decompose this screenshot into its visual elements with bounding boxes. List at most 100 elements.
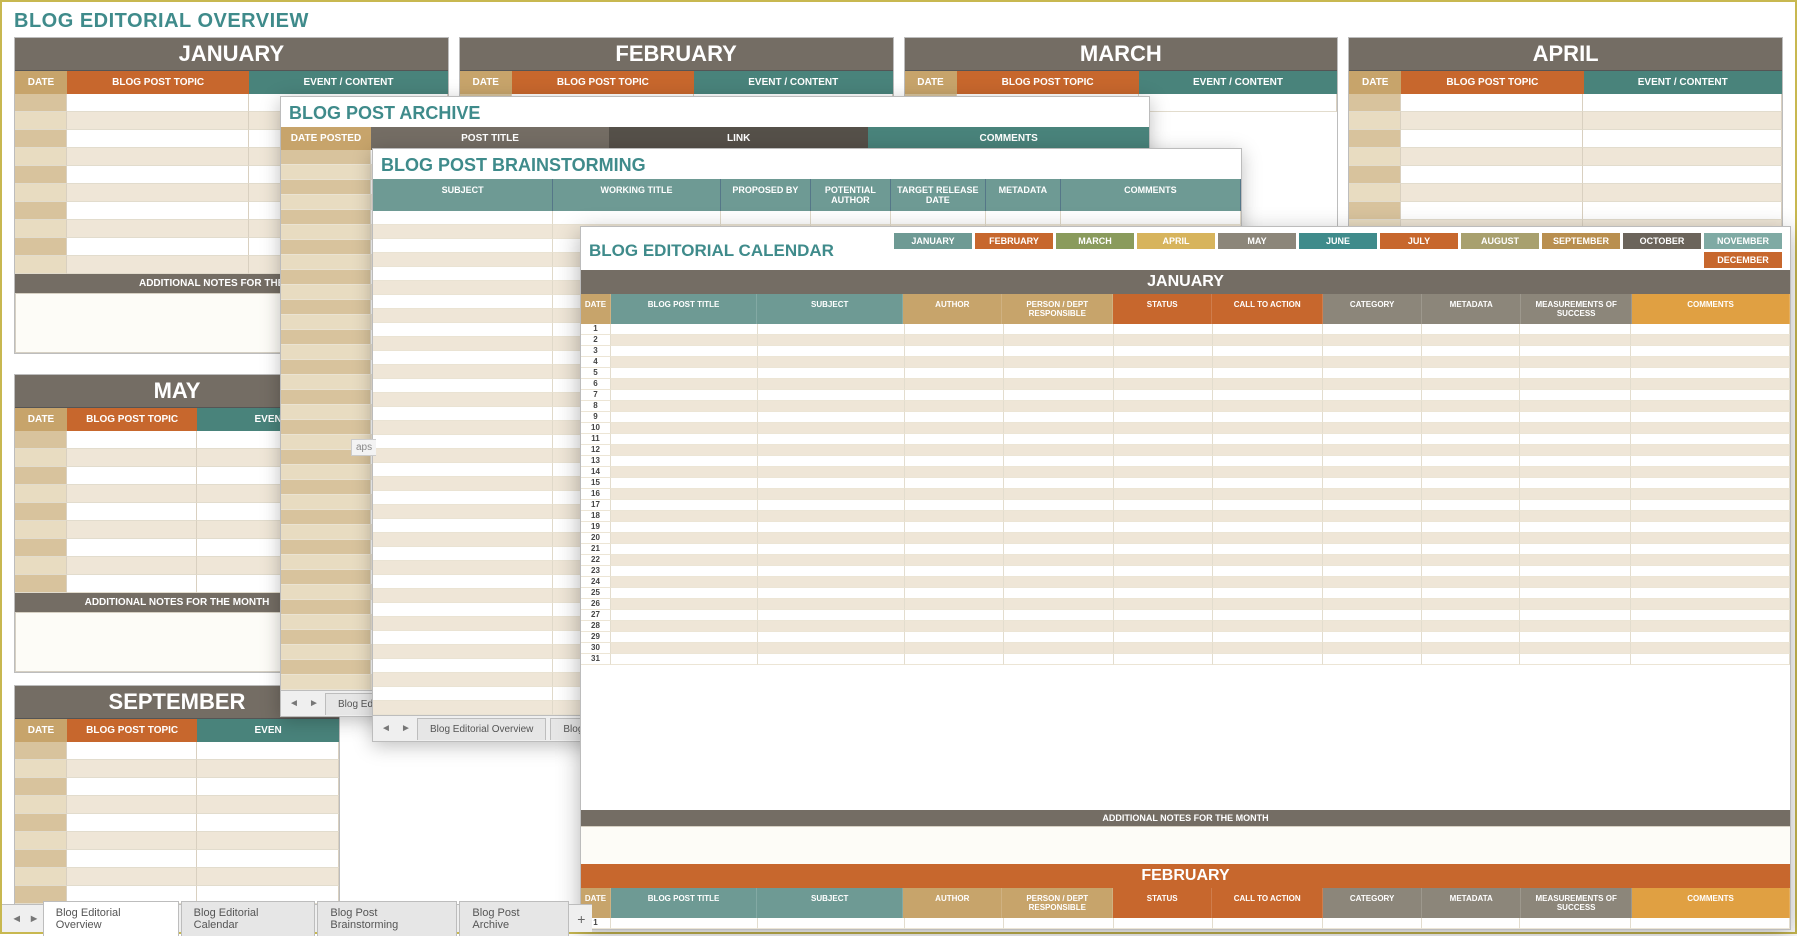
day-cell[interactable]: 15 (581, 478, 611, 489)
mini-tab-overview[interactable]: Blog Editorial Overview (417, 718, 546, 740)
day-cell[interactable]: 26 (581, 599, 611, 610)
month-btn-february[interactable]: FEBRUARY (975, 233, 1053, 249)
calendar-feb-row[interactable]: 1 (581, 918, 1790, 929)
day-cell[interactable]: 7 (581, 390, 611, 401)
table-row[interactable]: 25 (581, 588, 1790, 599)
month-btn-january[interactable]: JANUARY (894, 233, 972, 249)
table-row[interactable]: 9 (581, 412, 1790, 423)
day-cell[interactable]: 23 (581, 566, 611, 577)
table-row[interactable]: 18 (581, 511, 1790, 522)
table-row[interactable]: 21 (581, 544, 1790, 555)
day-cell[interactable]: 5 (581, 368, 611, 379)
day-cell[interactable]: 22 (581, 555, 611, 566)
table-row[interactable]: 20 (581, 533, 1790, 544)
col-blog-post-title: BLOG POST TITLE (611, 294, 757, 324)
table-row[interactable]: 3 (581, 346, 1790, 357)
tab-prev-icon[interactable]: ◄ (377, 720, 395, 738)
col-proposed-by: PROPOSED BY (721, 179, 811, 211)
calendar-body[interactable]: 1234567891011121314151617181920212223242… (581, 324, 1790, 810)
day-cell[interactable]: 3 (581, 346, 611, 357)
table-row[interactable]: 29 (581, 632, 1790, 643)
day-cell[interactable]: 19 (581, 522, 611, 533)
overview-title: BLOG EDITORIAL OVERVIEW (14, 8, 1783, 37)
day-cell[interactable]: 11 (581, 434, 611, 445)
month-btn-november[interactable]: NOVEMBER (1704, 233, 1782, 249)
table-row[interactable]: 10 (581, 423, 1790, 434)
day-cell[interactable]: 13 (581, 456, 611, 467)
month-btn-december[interactable]: DECEMBER (1704, 252, 1782, 268)
tab-prev-icon[interactable]: ◄ (8, 910, 25, 928)
tab-overview[interactable]: Blog Editorial Overview (43, 901, 179, 936)
month-btn-september[interactable]: SEPTEMBER (1542, 233, 1620, 249)
table-row[interactable]: 27 (581, 610, 1790, 621)
tab-brainstorming[interactable]: Blog Post Brainstorming (317, 901, 457, 936)
archive-title: BLOG POST ARCHIVE (281, 97, 1149, 127)
month-btn-june[interactable]: JUNE (1299, 233, 1377, 249)
tab-next-icon[interactable]: ► (25, 910, 42, 928)
day-cell[interactable]: 17 (581, 500, 611, 511)
table-row[interactable]: 15 (581, 478, 1790, 489)
day-cell[interactable]: 30 (581, 643, 611, 654)
month-btn-july[interactable]: JULY (1380, 233, 1458, 249)
table-row[interactable]: 30 (581, 643, 1790, 654)
table-row[interactable]: 23 (581, 566, 1790, 577)
tab-archive[interactable]: Blog Post Archive (459, 901, 568, 936)
tab-add-button[interactable]: + (571, 911, 592, 927)
month-btn-august[interactable]: AUGUST (1461, 233, 1539, 249)
table-row[interactable]: 24 (581, 577, 1790, 588)
day-cell[interactable]: 6 (581, 379, 611, 390)
calendar-columns-feb: DATE BLOG POST TITLE SUBJECT AUTHOR PERS… (581, 888, 1790, 918)
day-cell[interactable]: 31 (581, 654, 611, 665)
tab-next-icon[interactable]: ► (397, 720, 415, 738)
table-row[interactable]: 6 (581, 379, 1790, 390)
day-cell[interactable]: 8 (581, 401, 611, 412)
day-cell[interactable]: 14 (581, 467, 611, 478)
day-cell[interactable]: 12 (581, 445, 611, 456)
col-comments: COMMENTS (1632, 294, 1790, 324)
table-row[interactable]: 14 (581, 467, 1790, 478)
day-cell[interactable]: 29 (581, 632, 611, 643)
day-cell[interactable]: 9 (581, 412, 611, 423)
table-row[interactable]: 17 (581, 500, 1790, 511)
tab-prev-icon[interactable]: ◄ (285, 695, 303, 713)
table-row[interactable]: 26 (581, 599, 1790, 610)
month-btn-april[interactable]: APRIL (1137, 233, 1215, 249)
day-cell[interactable]: 21 (581, 544, 611, 555)
table-row[interactable]: 19 (581, 522, 1790, 533)
table-row[interactable]: 7 (581, 390, 1790, 401)
month-btn-may[interactable]: MAY (1218, 233, 1296, 249)
month-btn-october[interactable]: OCTOBER (1623, 233, 1701, 249)
table-row[interactable]: 8 (581, 401, 1790, 412)
day-cell[interactable]: 4 (581, 357, 611, 368)
table-row[interactable]: 31 (581, 654, 1790, 665)
table-row[interactable]: 4 (581, 357, 1790, 368)
col-category: CATEGORY (1323, 888, 1422, 918)
day-cell[interactable]: 10 (581, 423, 611, 434)
table-row[interactable] (373, 211, 1241, 225)
day-cell[interactable]: 18 (581, 511, 611, 522)
day-cell[interactable]: 20 (581, 533, 611, 544)
table-row[interactable]: 2 (581, 335, 1790, 346)
table-row[interactable]: 12 (581, 445, 1790, 456)
day-cell[interactable]: 28 (581, 621, 611, 632)
table-row[interactable]: 28 (581, 621, 1790, 632)
day-cell[interactable]: 24 (581, 577, 611, 588)
col-subject: SUBJECT (757, 294, 903, 324)
table-row[interactable]: 13 (581, 456, 1790, 467)
day-cell[interactable]: 25 (581, 588, 611, 599)
col-topic: BLOG POST TOPIC (957, 71, 1139, 94)
calendar-notes-body[interactable] (581, 826, 1790, 864)
table-row[interactable]: 11 (581, 434, 1790, 445)
tab-next-icon[interactable]: ► (305, 695, 323, 713)
table-row[interactable]: 16 (581, 489, 1790, 500)
month-btn-march[interactable]: MARCH (1056, 233, 1134, 249)
table-row[interactable]: 1 (581, 324, 1790, 335)
day-cell[interactable]: 27 (581, 610, 611, 621)
day-cell[interactable]: 1 (581, 324, 611, 335)
day-cell[interactable]: 16 (581, 489, 611, 500)
month-body[interactable] (15, 742, 339, 904)
day-cell[interactable]: 2 (581, 335, 611, 346)
table-row[interactable]: 5 (581, 368, 1790, 379)
table-row[interactable]: 22 (581, 555, 1790, 566)
tab-calendar[interactable]: Blog Editorial Calendar (181, 901, 316, 936)
